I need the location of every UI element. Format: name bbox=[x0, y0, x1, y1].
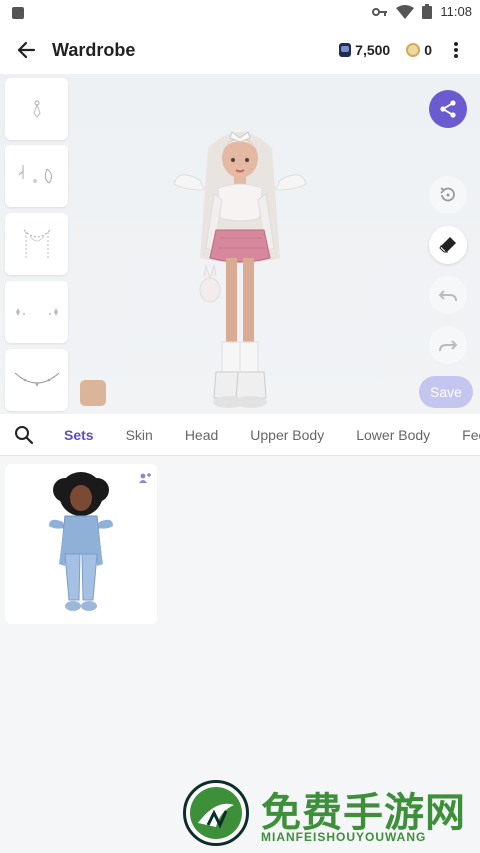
key-icon bbox=[372, 7, 388, 16]
tab-lower-body[interactable]: Lower Body bbox=[340, 427, 446, 443]
category-tabs: Sets Skin Head Upper Body Lower Body Fee bbox=[0, 414, 480, 456]
set-card[interactable] bbox=[5, 464, 157, 624]
currency-balance[interactable]: 7,500 0 bbox=[339, 26, 432, 74]
more-options-button[interactable] bbox=[444, 38, 468, 62]
status-icons: 11:08 bbox=[372, 4, 472, 19]
skin-color-swatch[interactable] bbox=[80, 380, 106, 406]
redo-button[interactable] bbox=[429, 326, 467, 364]
owned-badge-icon bbox=[139, 470, 151, 488]
notification-icon bbox=[12, 7, 24, 19]
wifi-icon bbox=[396, 4, 415, 19]
eraser-icon bbox=[439, 237, 456, 253]
chain-necklace-icon bbox=[23, 229, 50, 258]
watermark-logo bbox=[183, 780, 249, 846]
status-time: 11:08 bbox=[440, 4, 472, 19]
eraser-button[interactable] bbox=[429, 226, 467, 264]
tab-skin[interactable]: Skin bbox=[110, 427, 169, 443]
coin-count: 0 bbox=[424, 42, 432, 58]
accessory-thumb-chain[interactable] bbox=[5, 349, 68, 411]
chain-icon bbox=[14, 372, 59, 387]
undo-button[interactable] bbox=[429, 276, 467, 314]
accessory-thumb-sparkles[interactable] bbox=[5, 281, 68, 343]
site-watermark: 免费手游网 MIANFEISHOUYOUWANG bbox=[183, 780, 473, 848]
avatar-stage: Save bbox=[0, 74, 480, 414]
gem-icon bbox=[339, 43, 352, 57]
tab-head[interactable]: Head bbox=[169, 427, 234, 443]
app-bar: Wardrobe 7,500 0 bbox=[0, 26, 480, 74]
share-icon bbox=[440, 100, 456, 118]
avatar-figure bbox=[173, 131, 307, 408]
undo-icon bbox=[438, 290, 457, 302]
search-button[interactable] bbox=[0, 414, 48, 455]
share-button[interactable] bbox=[429, 90, 467, 128]
back-button[interactable] bbox=[0, 26, 52, 74]
earring-icon bbox=[32, 100, 41, 118]
reset-rotate-icon bbox=[440, 187, 455, 202]
sparkle-icon bbox=[15, 308, 58, 316]
accessory-thumb-earring[interactable] bbox=[5, 78, 68, 140]
save-button[interactable]: Save bbox=[419, 376, 473, 408]
redo-icon bbox=[439, 340, 458, 352]
reset-button[interactable] bbox=[429, 176, 467, 214]
set-outfit-preview bbox=[49, 472, 113, 611]
arrow-left-icon bbox=[17, 41, 36, 59]
tab-upper-body[interactable]: Upper Body bbox=[234, 427, 340, 443]
accessory-thumb-necklace[interactable] bbox=[5, 213, 68, 275]
search-icon bbox=[15, 425, 34, 444]
tab-feet[interactable]: Fee bbox=[446, 427, 480, 443]
coin-icon bbox=[406, 43, 421, 57]
tab-sets[interactable]: Sets bbox=[48, 427, 110, 443]
ear-jewelry-icon bbox=[18, 165, 52, 184]
page-title: Wardrobe bbox=[52, 39, 136, 60]
status-bar: 11:08 bbox=[0, 0, 480, 26]
more-vert-icon bbox=[454, 42, 458, 58]
accessory-thumb-ear-jewelry[interactable] bbox=[5, 145, 68, 207]
battery-icon bbox=[422, 4, 433, 19]
watermark-subtitle: MIANFEISHOUYOUWANG bbox=[261, 830, 427, 844]
gem-count: 7,500 bbox=[355, 42, 391, 58]
